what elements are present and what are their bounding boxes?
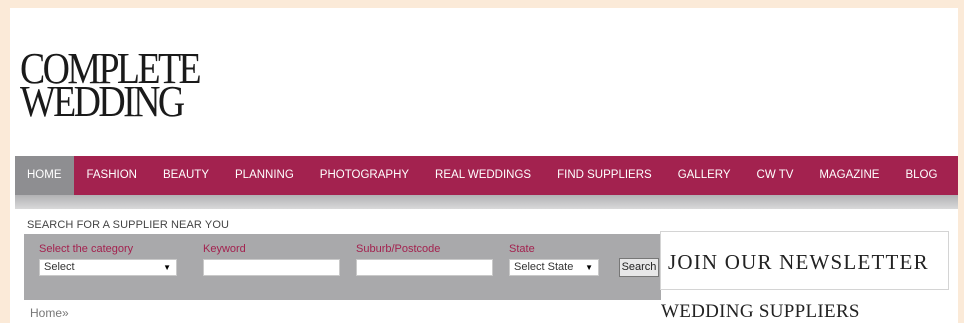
chevron-down-icon: ▼ <box>585 263 593 272</box>
breadcrumb-home-link[interactable]: Home <box>30 306 62 320</box>
suburb-postcode-input[interactable] <box>356 259 493 276</box>
state-select[interactable]: Select State ▼ <box>509 259 599 276</box>
nav-item-beauty[interactable]: BEAUTY <box>150 156 222 195</box>
nav-item-blog[interactable]: BLOG <box>892 156 950 195</box>
wedding-suppliers-heading: WEDDING SUPPLIERS <box>661 301 860 322</box>
suburb-postcode-label: Suburb/Postcode <box>356 243 441 255</box>
breadcrumb-separator: » <box>62 306 69 320</box>
category-select[interactable]: Select ▼ <box>39 259 177 276</box>
search-button[interactable]: Search <box>619 258 659 277</box>
nav-item-real-weddings[interactable]: REAL WEDDINGS <box>422 156 544 195</box>
nav-item-cw-tv[interactable]: CW TV <box>744 156 807 195</box>
site-logo[interactable]: COMPLETE WEDDING <box>20 47 202 126</box>
supplier-search-panel: Select the category Select ▼ Keyword Sub… <box>24 234 661 300</box>
nav-item-home[interactable]: HOME <box>15 156 74 195</box>
category-label: Select the category <box>39 243 134 255</box>
newsletter-banner[interactable]: JOIN OUR NEWSLETTER <box>660 231 949 290</box>
nav-item-magazine[interactable]: MAGAZINE <box>806 156 892 195</box>
category-select-value: Select <box>44 261 75 273</box>
state-label: State <box>509 243 535 255</box>
page: COMPLETE WEDDING HOME FASHION BEAUTY PLA… <box>10 8 958 323</box>
newsletter-label: JOIN OUR NEWSLETTER <box>668 250 929 274</box>
keyword-label: Keyword <box>203 243 246 255</box>
breadcrumb: Home» <box>30 306 69 320</box>
keyword-input[interactable] <box>203 259 340 276</box>
nav-item-gallery[interactable]: GALLERY <box>665 156 744 195</box>
nav-item-find-suppliers[interactable]: FIND SUPPLIERS <box>544 156 665 195</box>
nav-item-photography[interactable]: PHOTOGRAPHY <box>307 156 422 195</box>
nav-item-fashion[interactable]: FASHION <box>74 156 150 195</box>
nav-divider <box>15 195 958 209</box>
logo-line-2: WEDDING <box>20 77 185 126</box>
chevron-down-icon: ▼ <box>163 263 171 272</box>
search-section-title: SEARCH FOR A SUPPLIER NEAR YOU <box>27 219 230 231</box>
nav-item-planning[interactable]: PLANNING <box>222 156 307 195</box>
state-select-value: Select State <box>514 261 574 273</box>
main-nav: HOME FASHION BEAUTY PLANNING PHOTOGRAPHY… <box>15 156 958 195</box>
